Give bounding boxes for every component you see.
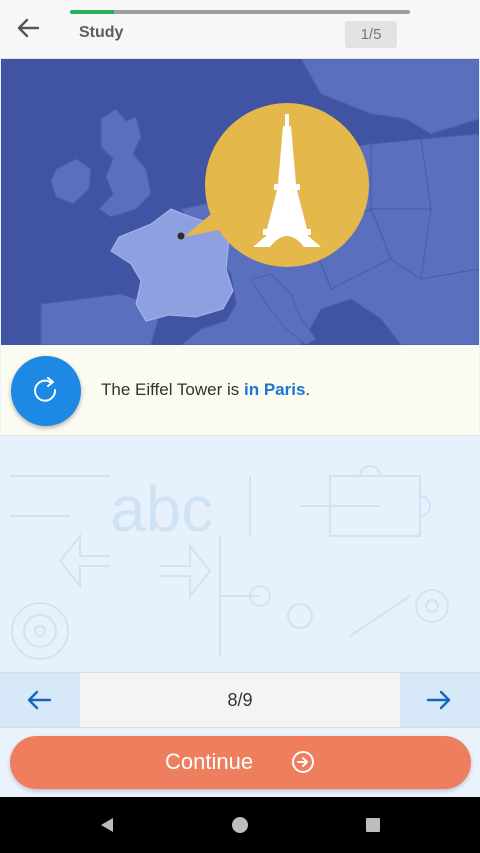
progress-bar [70,10,410,14]
fact-text: The Eiffel Tower is in Paris. [101,380,310,400]
continue-label: Continue [165,749,254,774]
circle-arrow-right-icon [292,751,314,773]
progress-fill [70,10,115,14]
question-counter: 1/5 [345,21,397,48]
replay-button[interactable] [11,356,81,426]
nav-back-icon[interactable] [98,816,116,834]
page-indicator: 8/9 [227,690,253,710]
arrow-left-icon [27,690,52,710]
nav-home-icon[interactable] [231,816,249,834]
paris-marker [177,232,185,240]
refresh-icon [34,377,57,402]
nav-recents-icon[interactable] [365,817,381,833]
map-illustration [40,59,479,345]
svg-text:abc: abc [110,473,213,545]
arrow-right-icon [426,690,451,710]
fact-suffix: . [305,380,311,399]
page-title: Study [79,24,124,41]
continue-button[interactable]: Continue [10,736,471,789]
arrow-left-icon [17,18,40,38]
fact-prefix: The Eiffel Tower is [101,380,244,399]
back-button[interactable] [14,14,42,42]
europe-map [1,59,479,345]
fact-highlight: in Paris [244,380,306,399]
previous-button[interactable] [0,673,80,727]
next-button[interactable] [400,673,480,727]
fact-card: The Eiffel Tower is in Paris. [1,345,479,436]
pager: 8/9 [0,672,480,728]
system-nav-bar [0,797,480,853]
background-pattern: abc [0,436,480,672]
top-bar: Study 1/5 [0,0,480,59]
doodle-pattern-illustration: abc [0,436,480,672]
